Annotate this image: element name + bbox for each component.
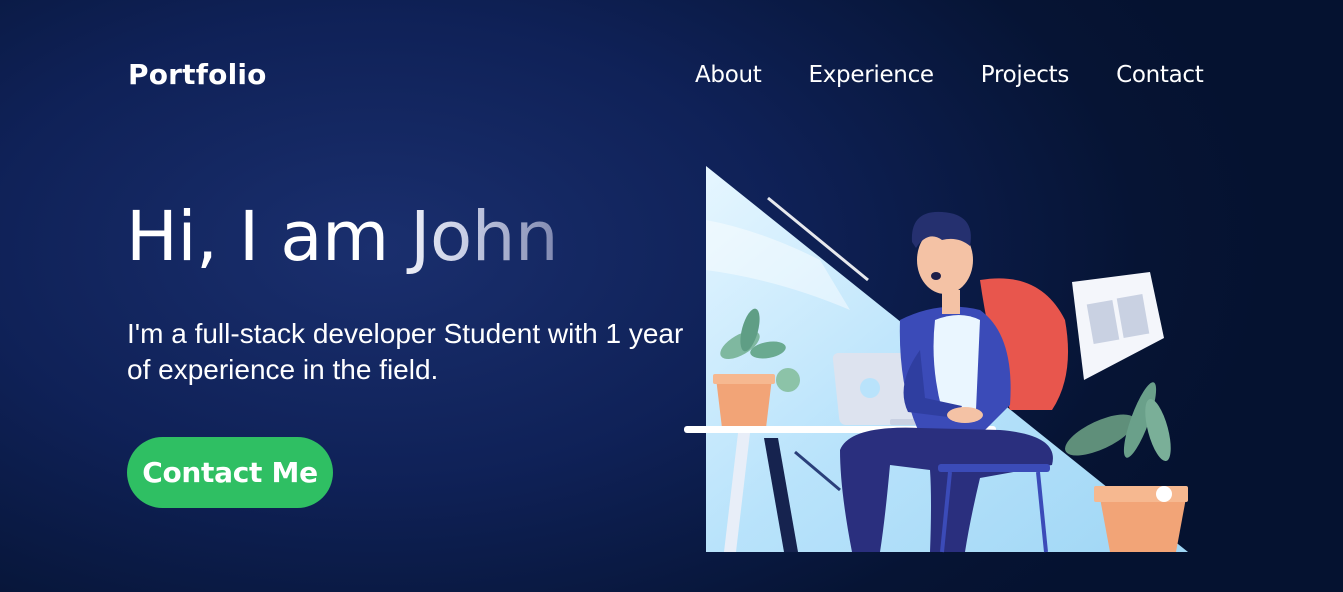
main-nav: About Experience Projects Contact	[695, 62, 1204, 88]
developer-with-laptop-illustration	[684, 166, 1188, 553]
brand-logo[interactable]: Portfolio	[128, 58, 267, 91]
nav-link-about[interactable]: About	[695, 62, 762, 88]
hero-title: Hi, I am John	[126, 197, 559, 277]
contact-me-button[interactable]: Contact Me	[127, 437, 333, 508]
nav-link-projects[interactable]: Projects	[981, 62, 1070, 88]
nav-link-experience[interactable]: Experience	[809, 62, 935, 88]
nav-link-contact[interactable]: Contact	[1116, 62, 1204, 88]
hero-subtitle: I'm a full-stack developer Student with …	[127, 318, 684, 385]
